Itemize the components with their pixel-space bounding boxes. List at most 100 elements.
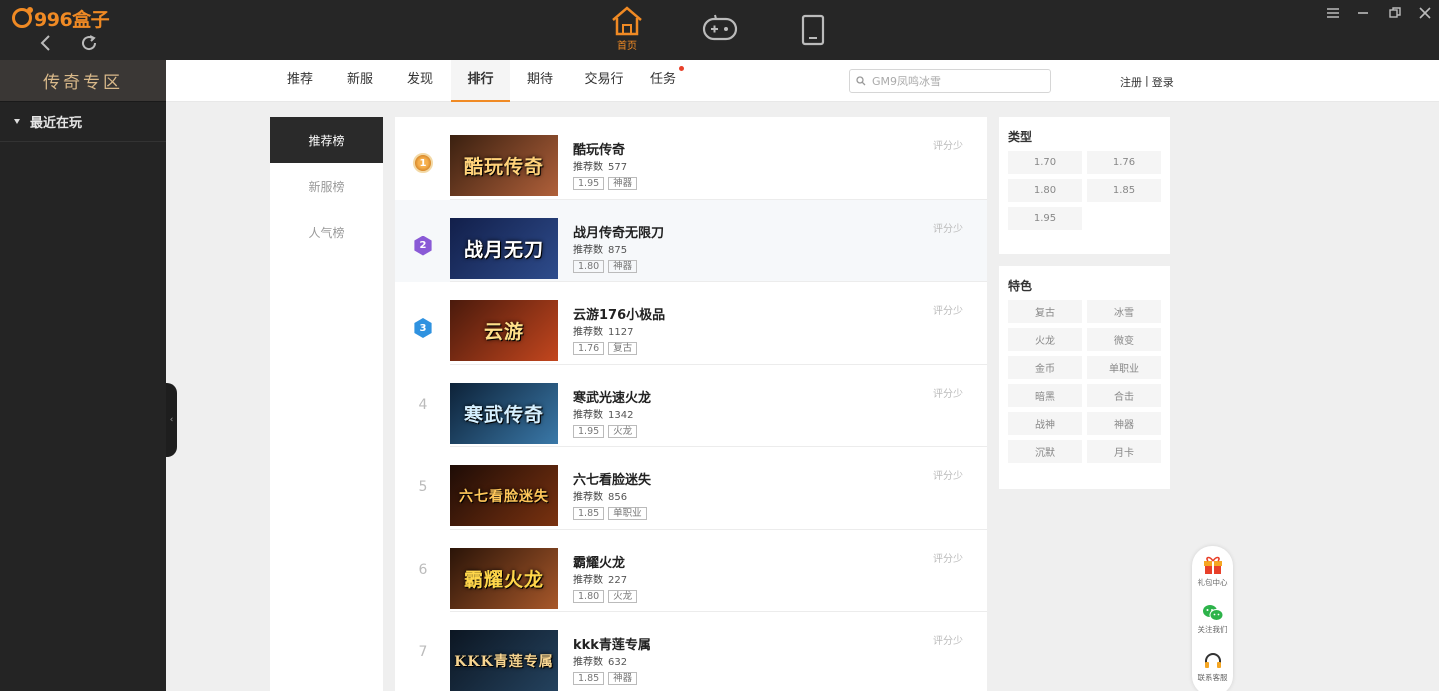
game-score: 评分少: [933, 471, 963, 482]
filter-chip[interactable]: 战神: [1008, 412, 1082, 435]
game-name[interactable]: 战月传奇无限刀: [573, 222, 664, 241]
game-thumbnail[interactable]: 战月无刀: [450, 217, 558, 279]
recent-played-toggle[interactable]: 最近在玩: [0, 102, 166, 142]
game-recommend-count: 推荐数 1342: [573, 409, 634, 421]
close-button[interactable]: [1414, 4, 1436, 22]
filter-chip[interactable]: 1.85: [1087, 179, 1161, 202]
game-name[interactable]: 酷玩传奇: [573, 139, 625, 158]
filter-chip[interactable]: 月卡: [1087, 440, 1161, 463]
nav-home[interactable]: 首页: [607, 6, 647, 52]
game-thumbnail[interactable]: 云游: [450, 300, 558, 361]
tab-recommend[interactable]: 推荐: [279, 60, 321, 102]
filter-chip[interactable]: 复古: [1008, 300, 1082, 323]
search-box: [849, 69, 1051, 93]
game-row[interactable]: 3 云游 云游176小极品 推荐数 1127 1.76 复古 评分少: [395, 282, 987, 365]
filter-chip[interactable]: 金币: [1008, 356, 1082, 379]
gift-icon: [1203, 556, 1222, 574]
game-name[interactable]: 六七看脸迷失: [573, 469, 651, 488]
game-name[interactable]: kkk青莲专属: [573, 634, 651, 653]
menu-button[interactable]: [1322, 4, 1344, 22]
game-thumbnail[interactable]: 六七看脸迷失: [450, 465, 558, 526]
game-recommend-count: 推荐数 632: [573, 657, 628, 668]
game-score: 评分少: [933, 388, 963, 400]
filter-chip[interactable]: 单职业: [1087, 356, 1161, 379]
tab-ranking[interactable]: 排行: [451, 60, 510, 102]
game-thumbnail[interactable]: KKK青莲专属: [450, 630, 558, 691]
feature-tag: 火龙: [608, 589, 638, 603]
filter-chip[interactable]: 1.76: [1087, 151, 1161, 174]
feature-tag: 复古: [608, 342, 638, 355]
minimize-button[interactable]: [1352, 4, 1374, 22]
game-row[interactable]: 6 霸耀火龙 霸耀火龙 推荐数 227 1.80 火龙 评分少: [395, 530, 987, 612]
game-row[interactable]: 7 KKK青莲专属 kkk青莲专属 推荐数 632 1.85 神器 评分少: [395, 612, 987, 691]
filter-chip[interactable]: 冰雪: [1087, 300, 1161, 323]
filter-chip[interactable]: 暗黑: [1008, 384, 1082, 407]
register-link[interactable]: 注册: [1120, 74, 1142, 90]
game-score: 评分少: [933, 306, 963, 317]
game-score: 评分少: [933, 553, 963, 565]
gamepad-icon: [702, 14, 738, 41]
search-icon: [856, 76, 866, 86]
rank-tab-popularity[interactable]: 人气榜: [270, 209, 383, 255]
game-row[interactable]: 5 六七看脸迷失 六七看脸迷失 推荐数 856 1.85 单职业 评分少: [395, 447, 987, 530]
hamburger-icon: [1327, 8, 1339, 18]
game-score: 评分少: [933, 141, 963, 152]
rank-tab-recommend[interactable]: 推荐榜: [270, 117, 383, 163]
rank-number: 5: [418, 479, 428, 495]
game-name[interactable]: 云游176小极品: [573, 304, 665, 323]
recent-played-label: 最近在玩: [30, 116, 83, 131]
gift-center-button[interactable]: 礼包中心: [1192, 555, 1233, 588]
search-input[interactable]: [872, 74, 1042, 88]
sidebar-collapse-handle[interactable]: ‹: [166, 383, 177, 457]
filter-chip[interactable]: 神器: [1087, 412, 1161, 435]
filter-feature-title: 特色: [1008, 279, 1033, 293]
version-tag: 1.80: [573, 589, 605, 603]
version-tag: 1.80: [573, 259, 605, 273]
version-tag: 1.85: [573, 507, 605, 520]
nav-mobile[interactable]: [793, 14, 833, 46]
login-link[interactable]: 登录: [1152, 74, 1174, 90]
game-thumbnail[interactable]: 酷玩传奇: [450, 135, 558, 196]
filter-chip[interactable]: 1.95: [1008, 207, 1082, 230]
game-row[interactable]: 4 寒武传奇 寒武光速火龙 推荐数 1342 1.95 火龙 评分少: [395, 365, 987, 447]
filter-chip[interactable]: 合击: [1087, 384, 1161, 407]
rank-number: 6: [418, 561, 428, 578]
tab-tasks[interactable]: 任务: [648, 60, 684, 102]
caret-down-icon: [14, 119, 20, 124]
game-recommend-count: 推荐数 875: [573, 244, 628, 256]
version-tag: 1.95: [573, 177, 605, 190]
tab-new-server[interactable]: 新服: [339, 60, 381, 102]
game-row[interactable]: 1 酷玩传奇 酷玩传奇 推荐数 577 1.95 神器 评分少: [395, 117, 987, 200]
rank-tab-new-server[interactable]: 新服榜: [270, 163, 383, 209]
filter-chip[interactable]: 1.80: [1008, 179, 1082, 202]
tab-upcoming[interactable]: 期待: [519, 60, 561, 102]
version-tag: 1.85: [573, 672, 605, 685]
game-thumbnail[interactable]: 霸耀火龙: [450, 547, 558, 609]
filter-chip[interactable]: 1.70: [1008, 151, 1082, 174]
game-score: 评分少: [933, 223, 963, 235]
back-button[interactable]: [36, 33, 56, 53]
follow-us-button[interactable]: 关注我们: [1192, 604, 1233, 635]
logo-text: 996盒子: [34, 8, 110, 31]
chevron-left-icon: ‹: [169, 415, 174, 425]
restore-button[interactable]: [1384, 4, 1406, 22]
sidebar-title: 传奇专区: [0, 60, 166, 102]
ranking-type-tabs: 推荐榜 新服榜 人气榜: [270, 117, 383, 691]
game-row[interactable]: 2 战月无刀 战月传奇无限刀 推荐数 875 1.80 神器 评分少: [395, 199, 987, 282]
nav-games[interactable]: [700, 14, 740, 42]
game-name[interactable]: 霸耀火龙: [573, 552, 625, 571]
filter-chip[interactable]: 沉默: [1008, 440, 1082, 463]
auth-links: 注册 | 登录: [1120, 74, 1174, 90]
wechat-icon: [1202, 605, 1223, 621]
tab-discover[interactable]: 发现: [399, 60, 441, 102]
filter-chip[interactable]: 火龙: [1008, 328, 1082, 351]
refresh-button[interactable]: [79, 33, 99, 53]
tab-trade[interactable]: 交易行: [576, 60, 632, 102]
filter-chip[interactable]: 微变: [1087, 328, 1161, 351]
game-thumbnail[interactable]: 寒武传奇: [450, 382, 558, 444]
game-name[interactable]: 寒武光速火龙: [573, 387, 651, 406]
contact-support-button[interactable]: 联系客服: [1192, 652, 1233, 683]
feature-tag: 单职业: [608, 507, 647, 520]
game-tags: 1.76 复古: [573, 342, 638, 355]
rank-2-medal-icon: 2: [414, 235, 432, 256]
